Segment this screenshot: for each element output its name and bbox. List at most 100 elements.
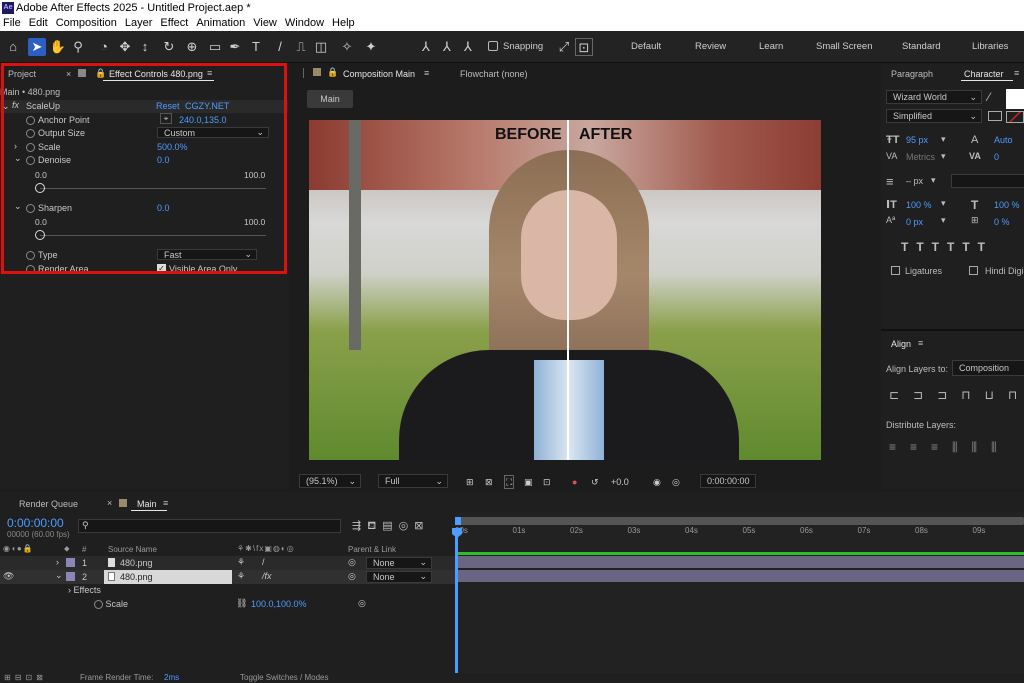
home-icon[interactable]: ⌂ xyxy=(4,38,22,56)
orbit-tool-icon[interactable]: ◔ xyxy=(95,38,113,56)
chevron-down-icon[interactable]: ▾ xyxy=(941,134,946,145)
workspace-review[interactable]: Review xyxy=(695,41,726,52)
chevron-down-icon[interactable]: ▾ xyxy=(941,151,946,162)
snap-edge-icon[interactable]: ⤢ xyxy=(555,38,573,56)
leading-value[interactable]: Auto xyxy=(994,135,1013,145)
menu-item-layer[interactable]: Layer xyxy=(122,17,158,29)
main-breadcrumb-button[interactable]: Main xyxy=(307,90,353,108)
mask-path-icon[interactable]: ⛶ xyxy=(504,475,515,489)
menu-item-window[interactable]: Window xyxy=(282,17,329,29)
constrain-link-icon[interactable]: ⛓ xyxy=(236,598,247,609)
anchor-tool-icon[interactable]: ⊕ xyxy=(183,38,201,56)
menu-item-edit[interactable]: Edit xyxy=(26,17,53,29)
layer-row[interactable]: › 1 480.png ⚘ / ◎ None ⌄ xyxy=(0,556,455,570)
chevron-down-icon[interactable]: ▾ xyxy=(941,215,946,226)
baseline-shift-value[interactable]: 0 px xyxy=(906,217,923,227)
resolution-dropdown[interactable]: Full ⌄ xyxy=(378,474,448,488)
vertical-scale-value[interactable]: 100 % xyxy=(906,200,932,210)
current-time[interactable]: 0:00:00:00 xyxy=(7,516,64,530)
work-area-bar[interactable] xyxy=(455,517,1024,525)
timeline-search-input[interactable]: ⚲ xyxy=(78,519,341,533)
eraser-tool-icon[interactable]: ◫ xyxy=(312,38,330,56)
quality-icon[interactable]: / xyxy=(262,557,265,567)
snap-grid-icon[interactable]: ⊡ xyxy=(575,38,593,56)
comp-timecode[interactable]: 0:00:00:00 xyxy=(700,474,756,488)
horizontal-scale-value[interactable]: 100 % xyxy=(994,200,1020,210)
eyedropper-icon[interactable]: ⁄ xyxy=(988,90,990,104)
ligatures-checkbox[interactable] xyxy=(891,266,900,275)
menu-item-composition[interactable]: Composition xyxy=(53,17,122,29)
tsume-value[interactable]: 0 % xyxy=(994,217,1010,227)
snapshot-camera-icon[interactable]: ◉ xyxy=(653,475,661,489)
shy-icon[interactable]: ⚘ xyxy=(237,571,245,582)
grid-icon[interactable]: ⊡ xyxy=(543,475,551,489)
scale-property-value[interactable]: 100.0,100.0% xyxy=(251,599,307,609)
layer-row-selected[interactable]: 👁 ⌄ 2 480.png ⚘ /fx ◎ None ⌄ xyxy=(0,570,455,584)
menu-item-file[interactable]: File xyxy=(0,17,26,29)
region-of-interest-icon[interactable]: ⊞ xyxy=(466,475,474,489)
pickwhip-icon[interactable]: ◎ xyxy=(348,557,356,568)
parent-dropdown[interactable]: None ⌄ xyxy=(366,557,432,569)
font-size-value[interactable]: 95 px xyxy=(906,135,928,145)
timeline-switch-icons[interactable]: ⇶⛾▤◎⊠ xyxy=(352,519,429,534)
parent-dropdown[interactable]: None ⌄ xyxy=(366,571,432,583)
transparency-grid-icon[interactable]: ⊠ xyxy=(485,475,493,489)
menu-item-effect[interactable]: Effect xyxy=(157,17,193,29)
zoom-tool-icon[interactable]: ⚲ xyxy=(69,38,87,56)
tab-paragraph[interactable]: Paragraph xyxy=(891,69,933,79)
workspace-small-screen[interactable]: Small Screen xyxy=(816,41,873,52)
chevron-down-icon[interactable]: ▾ xyxy=(931,175,936,186)
expand-chevron-icon[interactable]: › xyxy=(56,557,59,567)
hand-tool-icon[interactable]: ✋ xyxy=(49,38,67,56)
color-channels-icon[interactable]: ● xyxy=(572,475,577,489)
stroke-color-swatch[interactable] xyxy=(1006,111,1024,123)
playhead[interactable] xyxy=(455,536,458,673)
work-area-start[interactable] xyxy=(455,517,461,525)
footer-icons[interactable]: ⊞⊟⊡⊠ xyxy=(4,673,47,682)
stopwatch-icon[interactable] xyxy=(94,600,103,610)
close-icon[interactable]: × xyxy=(107,498,112,508)
reset-exposure-icon[interactable]: ↺ xyxy=(591,475,599,489)
stroke-width-value[interactable]: – px xyxy=(906,176,923,186)
layer-1-bar[interactable] xyxy=(455,556,1024,568)
tab-character[interactable]: Character xyxy=(964,69,1004,79)
parent-link-header[interactable]: Parent & Link xyxy=(348,545,396,554)
playhead-handle[interactable] xyxy=(452,528,462,538)
lock-icon[interactable]: 🔒 xyxy=(327,67,338,78)
puppet-pin-icon[interactable]: ✦ xyxy=(362,38,380,56)
pickwhip-icon[interactable]: ◎ xyxy=(358,598,366,609)
tab-render-queue[interactable]: Render Queue xyxy=(19,499,78,509)
source-name-header[interactable]: Source Name xyxy=(108,545,157,554)
pickwhip-icon[interactable]: ◎ xyxy=(348,571,356,582)
axis-local-icon[interactable]: ⅄ xyxy=(417,38,435,56)
tab-composition-main[interactable]: Composition Main xyxy=(343,69,415,79)
fx-switch-icon[interactable]: /fx xyxy=(262,571,272,581)
hindi-digits-checkbox[interactable] xyxy=(969,266,978,275)
effects-group[interactable]: › Effects xyxy=(68,585,101,595)
guides-icon[interactable]: ▣ xyxy=(524,475,533,489)
workspace-default[interactable]: Default xyxy=(631,41,661,52)
pan-tool-icon[interactable]: ✥ xyxy=(116,38,134,56)
menu-item-animation[interactable]: Animation xyxy=(193,17,250,29)
layer-name[interactable]: 480.png xyxy=(120,572,153,582)
snapping-checkbox[interactable] xyxy=(488,41,498,51)
axis-world-icon[interactable]: ⅄ xyxy=(438,38,456,56)
pen-tool-icon[interactable]: ✒ xyxy=(226,38,244,56)
eye-icon[interactable]: 👁 xyxy=(3,571,14,582)
layer-label-color[interactable] xyxy=(66,572,75,581)
tab-main[interactable]: Main xyxy=(137,499,157,509)
align-buttons[interactable]: ⊏⊐⊐⊓⊔⊓ xyxy=(889,388,1024,402)
menu-icon[interactable]: ≡ xyxy=(1014,68,1019,78)
align-to-dropdown[interactable]: Composition xyxy=(952,360,1024,376)
text-style-buttons[interactable]: TTTTTT xyxy=(901,240,993,254)
axis-view-icon[interactable]: ⅄ xyxy=(459,38,477,56)
collapse-chevron-icon[interactable]: ⌄ xyxy=(55,570,63,581)
clone-stamp-icon[interactable]: ⎍ xyxy=(292,38,310,56)
distribute-buttons[interactable]: ≡≡≡⫼⫼⫼ xyxy=(889,440,1011,455)
brush-tool-icon[interactable]: / xyxy=(271,38,289,56)
timeline-track-area[interactable]: 00s01s02s03s04s05s06s07s08s09s xyxy=(452,512,1024,673)
comp-viewer-image[interactable]: BEFORE AFTER xyxy=(309,120,821,460)
rotate-tool-icon[interactable]: ↻ xyxy=(160,38,178,56)
roto-brush-icon[interactable]: ✧ xyxy=(338,38,356,56)
exposure-value[interactable]: +0.0 xyxy=(611,475,629,489)
